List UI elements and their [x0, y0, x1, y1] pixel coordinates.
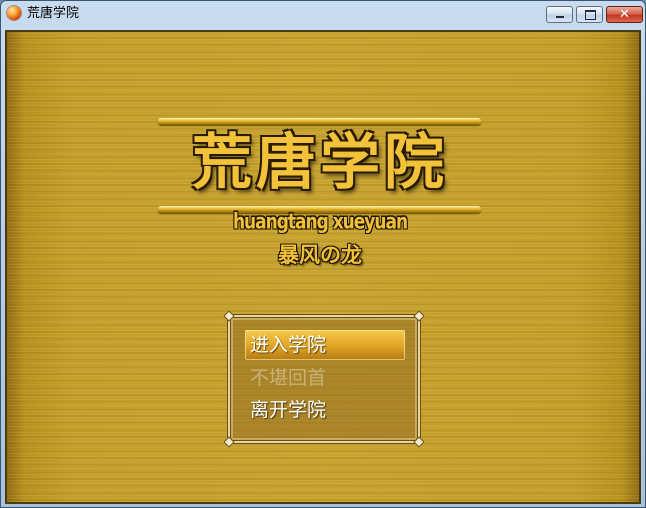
menu-item-leave-academy[interactable]: 离开学院 — [245, 395, 405, 425]
menu-item-enter-academy[interactable]: 进入学院 — [245, 330, 405, 360]
title-bar[interactable]: 荒唐学院 ✕ — [1, 1, 645, 29]
close-button[interactable]: ✕ — [606, 6, 643, 23]
game-logo-title: 荒唐学院 — [192, 128, 448, 198]
game-logo-pinyin: huangtang xueyuan — [232, 209, 408, 235]
menu-item-continue-disabled[interactable]: 不堪回首 — [245, 363, 405, 393]
minimize-icon — [556, 16, 564, 18]
title-screen: 荒唐学院 huangtang xueyuan 暴风の龙 进入学院 不堪回首 离开… — [5, 30, 641, 504]
menu-corner-ornament — [223, 436, 235, 448]
maximize-button[interactable] — [576, 6, 603, 23]
menu-corner-ornament — [413, 310, 425, 322]
app-orb-icon — [7, 6, 21, 20]
game-window: 荒唐学院 ✕ 荒唐学院 huangtang xueyuan 暴风の龙 进入学院 … — [0, 0, 646, 508]
window-title: 荒唐学院 — [27, 6, 80, 21]
close-icon: ✕ — [619, 7, 630, 22]
title-menu: 进入学院 不堪回首 离开学院 — [223, 310, 425, 448]
menu-corner-ornament — [413, 436, 425, 448]
minimize-button[interactable] — [546, 6, 573, 23]
game-logo-subtitle: 暴风の龙 — [278, 242, 362, 267]
menu-corner-ornament — [223, 310, 235, 322]
maximize-icon — [585, 10, 596, 20]
